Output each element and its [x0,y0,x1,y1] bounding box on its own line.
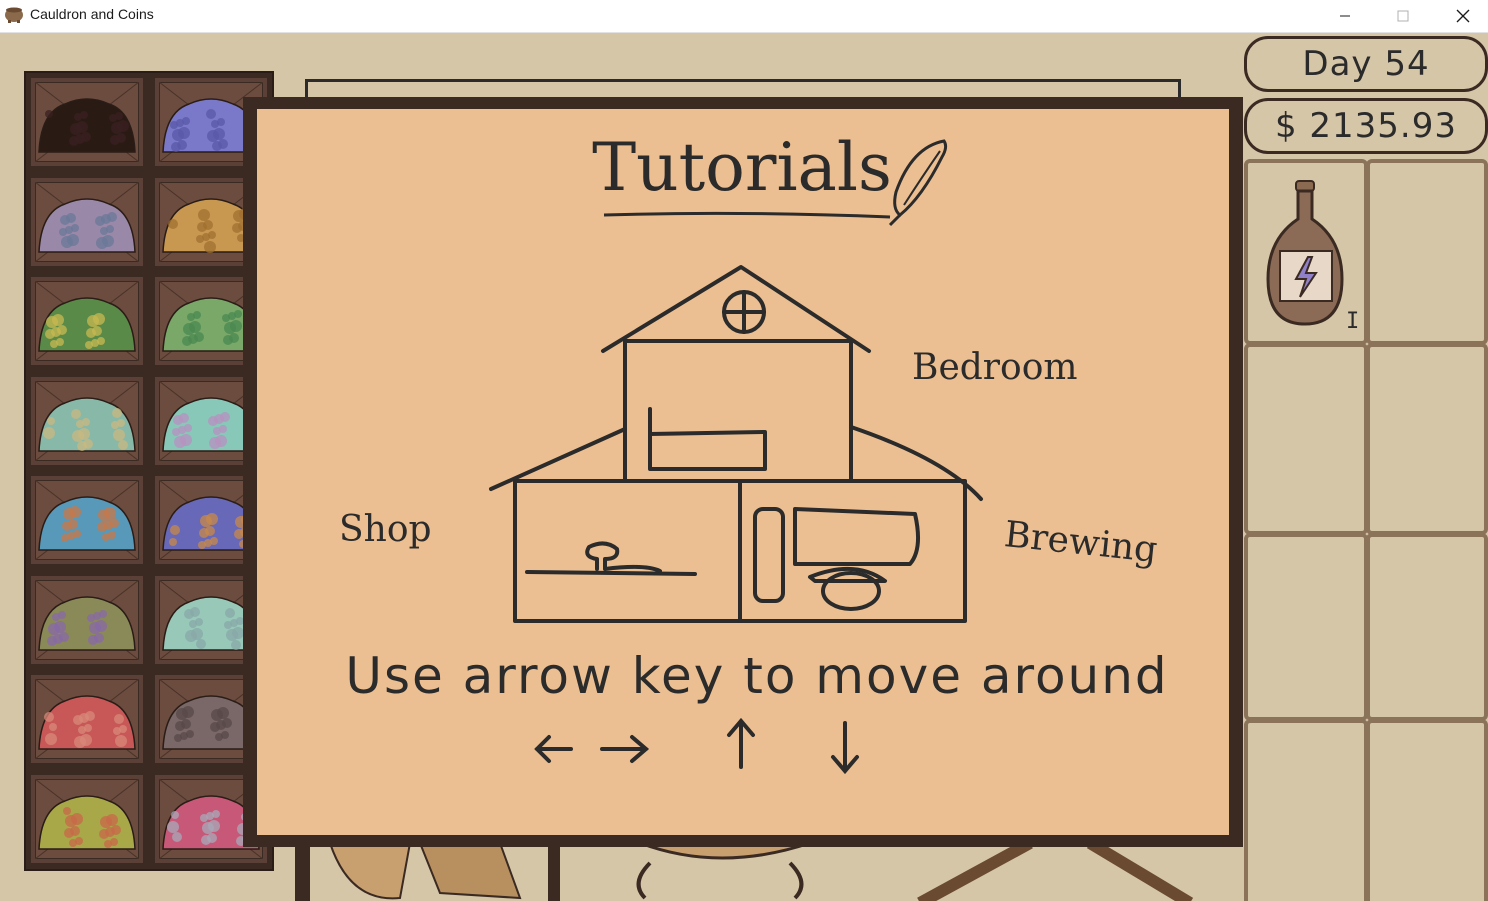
game-canvas: Day 54 $ 2135.93 I Tutorials Bedroom Sho… [0,33,1488,901]
ingredient-pile-icon [35,579,139,660]
maximize-icon [1397,10,1409,22]
day-counter: Day 54 [1244,36,1488,92]
up-arrow-icon [727,717,755,769]
down-arrow-icon [831,721,859,775]
brewing-label: Brewing [1002,514,1160,571]
ingredient-pile-icon [35,82,139,162]
minimize-button[interactable] [1322,0,1368,32]
window-title: Cauldron and Coins [30,6,154,22]
potion-hotkey: I [1346,309,1360,334]
left-arrow-icon [534,735,573,763]
tutorial-title: Tutorials [592,129,892,206]
bedroom-label: Bedroom [912,347,1078,388]
inventory-slot[interactable] [1366,719,1488,901]
ingredient-pile-icon [35,480,139,560]
close-button[interactable] [1440,0,1486,32]
maximize-button[interactable] [1380,0,1426,32]
ingredient-slot[interactable] [28,174,146,269]
close-icon [1456,9,1470,23]
ingredient-slot[interactable] [28,672,146,766]
inventory-slot[interactable] [1244,533,1368,721]
tutorial-modal[interactable]: Tutorials Bedroom Shop Brewing Use arrow… [243,97,1243,847]
tutorial-instruction: Use arrow key to move around [345,647,1169,705]
minimize-icon [1340,15,1350,17]
house-map-diagram [489,265,983,623]
ingredient-slot[interactable] [28,473,146,567]
inventory-slot[interactable]: I [1244,159,1368,345]
inventory-slot[interactable] [1244,343,1368,535]
ingredient-slot[interactable] [28,771,146,866]
ingredient-slot[interactable] [28,75,146,169]
inventory-slot[interactable] [1366,159,1488,345]
inventory-slot[interactable] [1244,719,1368,901]
ingredient-slot[interactable] [28,274,146,368]
shop-label: Shop [339,509,432,550]
title-underline [603,211,891,219]
inventory-grid: I [1244,159,1488,901]
window-titlebar: Cauldron and Coins [0,0,1488,33]
ingredient-shelf [24,71,274,871]
cauldron-app-icon [5,7,23,23]
ingredient-slot[interactable] [28,572,146,667]
money-display: $ 2135.93 [1244,98,1488,154]
quill-icon [888,139,948,227]
ingredient-pile-icon [35,778,139,859]
ingredient-pile-icon [35,679,139,759]
ingredient-pile-icon [35,281,139,361]
inventory-slot[interactable] [1366,533,1488,721]
inventory-slot[interactable] [1366,343,1488,535]
right-arrow-icon [600,735,650,763]
ingredient-pile-icon [35,380,139,461]
ingredient-pile-icon [35,181,139,262]
tutorial-paper: Tutorials Bedroom Shop Brewing Use arrow… [257,109,1229,835]
energy-potion-icon [1266,180,1344,326]
ingredient-slot[interactable] [28,373,146,468]
